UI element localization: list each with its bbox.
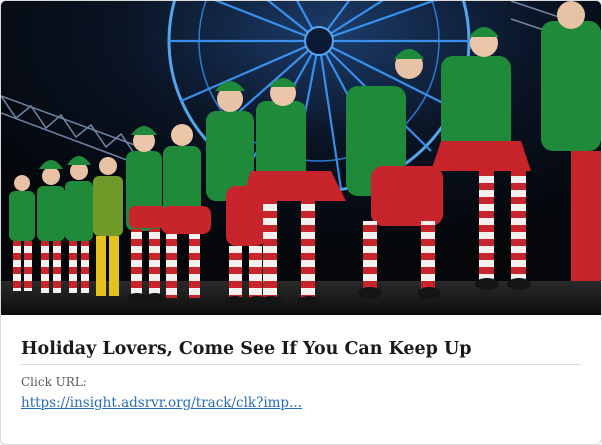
- ad-preview-card: Holiday Lovers, Come See If You Can Keep…: [0, 0, 602, 445]
- click-url-label: Click URL:: [21, 375, 87, 389]
- click-url-link[interactable]: https://insight.adsrvr.org/track/clk?imp…: [21, 394, 302, 412]
- ad-content: Holiday Lovers, Come See If You Can Keep…: [1, 315, 601, 412]
- ad-headline[interactable]: Holiday Lovers, Come See If You Can Keep…: [21, 337, 581, 365]
- ad-hero-photo: [1, 1, 601, 315]
- ad-hero-image[interactable]: [1, 1, 601, 315]
